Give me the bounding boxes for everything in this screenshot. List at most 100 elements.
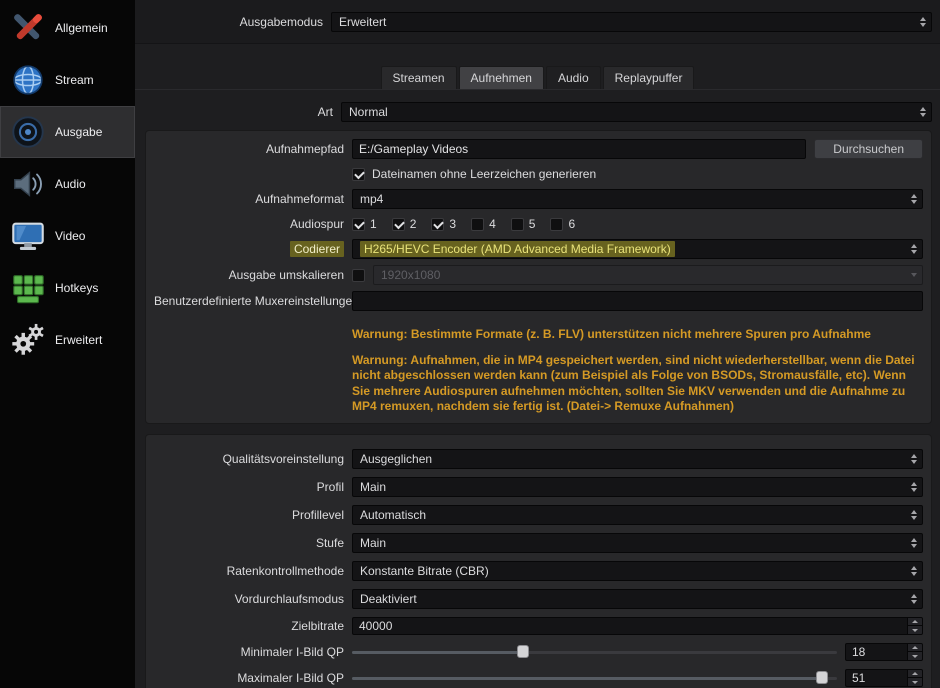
tab-label: Aufnehmen [470,71,532,85]
combo-value: Main [360,535,387,550]
field-label: Qualitätsvoreinstellung [222,451,344,466]
recording-format-label: Aufnahmeformat [255,192,344,206]
encoder-select[interactable]: H265/HEVC Encoder (AMD Advanced Media Fr… [352,239,923,259]
spin-down-button[interactable] [908,677,922,686]
obs-settings-window: Allgemein Stream Ausgabe Audio Video Hot… [0,0,940,688]
field-label: Stufe [315,535,344,550]
track-number: 4 [489,217,496,231]
recording-path-label: Aufnahmepfad [265,142,344,156]
recording-group: Aufnahmepfad E:/Gameplay Videos Durchsuc… [145,130,932,424]
rate-control-row: Ratenkontrollmethode Konstante Bitrate (… [154,560,923,581]
track-2-checkbox[interactable] [391,217,405,231]
sidebar-item-label: Hotkeys [55,281,99,295]
spin-down-button[interactable] [908,625,922,634]
max-i-qp-slider[interactable] [352,669,837,687]
track-1-checkbox[interactable] [352,217,365,231]
output-mode-label: Ausgabemodus [239,14,323,29]
sidebar-item-allgemein[interactable]: Allgemein [0,2,135,54]
combo-value: Deaktiviert [360,591,417,606]
sidebar-item-label: Ausgabe [55,125,103,139]
spin-buttons [907,617,922,634]
sidebar-item-video[interactable]: Video [0,210,135,262]
track-number: 3 [449,217,457,231]
muxer-row: Benutzerdefinierte Muxereinstellungen [154,291,923,311]
field-label: Maximaler I-Bild QP [237,670,344,685]
max-i-qp-input[interactable]: 51 [845,668,923,687]
max-i-qp-row: Maximaler I-Bild QP 51 [154,668,923,687]
muxer-label: Benutzerdefinierte Muxereinstellungen [154,294,359,308]
rate-control-select[interactable]: Konstante Bitrate (CBR) [352,560,923,581]
type-select[interactable]: Normal [341,102,932,122]
sidebar-item-audio[interactable]: Audio [0,158,135,210]
monitor-icon [8,216,48,256]
combo-value: 1920x1080 [381,268,441,282]
combo-value: Main [360,479,387,494]
audio-track-label: Audiospur [289,217,344,231]
output-ring-icon [8,112,48,152]
browse-button[interactable]: Durchsuchen [814,139,923,159]
tab-replaypuffer[interactable]: Replaypuffer [602,66,695,89]
output-mode-row: Ausgabemodus Erweitert [135,0,940,44]
encoder-row: Codierer H265/HEVC Encoder (AMD Advanced… [154,239,923,259]
min-i-qp-slider[interactable] [352,643,837,661]
track-item: 2 [391,217,416,231]
audio-track-checkboxes: 1 2 3 4 5 6 [352,217,575,231]
track-item: 3 [431,217,456,231]
no-spaces-checkbox[interactable] [352,167,365,181]
output-mode-select[interactable]: Erweitert [331,11,932,32]
track-5-checkbox[interactable] [510,217,524,231]
rescale-label: Ausgabe umskalieren [228,268,344,282]
general-tools-icon [8,8,48,48]
slider-handle[interactable] [816,671,829,685]
spin-value: 51 [852,670,866,685]
track-3-checkbox[interactable] [431,217,445,231]
spin-buttons [907,669,922,686]
spin-up-button[interactable] [908,617,922,626]
recording-format-select[interactable]: mp4 [352,189,923,209]
rescale-select: 1920x1080 [373,265,923,285]
recording-path-input[interactable]: E:/Gameplay Videos [352,139,807,159]
chevron-updown-icon [920,107,926,117]
combo-value: Normal [349,105,388,119]
muxer-input[interactable] [352,291,923,311]
profile-select[interactable]: Main [352,476,923,497]
sidebar-item-label: Erweitert [55,333,103,347]
spin-up-button[interactable] [908,643,922,652]
field-label: Vordurchlaufsmodus [234,591,344,606]
spin-buttons [907,643,922,660]
sidebar-item-erweitert[interactable]: Erweitert [0,314,135,366]
output-tabs: Streamen Aufnehmen Audio Replaypuffer [135,56,940,90]
gears-icon [8,320,48,360]
slider-handle[interactable] [517,645,530,659]
profile-level-select[interactable]: Automatisch [352,504,923,525]
track-item: 1 [352,217,377,231]
field-label: Zielbitrate [291,618,344,633]
tab-aufnehmen[interactable]: Aufnehmen [458,66,544,89]
speaker-icon [8,164,48,204]
spin-down-button[interactable] [908,651,922,660]
target-bitrate-input[interactable]: 40000 [352,616,923,635]
tier-select[interactable]: Main [352,532,923,553]
format-warning-text: Warnung: Bestimmte Formate (z. B. FLV) u… [352,327,871,341]
chevron-updown-icon [911,244,917,254]
sidebar-item-hotkeys[interactable]: Hotkeys [0,262,135,314]
track-item: 5 [510,217,535,231]
sidebar-item-stream[interactable]: Stream [0,54,135,106]
chevron-updown-icon [911,194,917,204]
tab-streamen[interactable]: Streamen [380,66,457,89]
rescale-checkbox[interactable] [352,268,365,282]
track-4-checkbox[interactable] [471,217,485,231]
search-highlight: Codierer [289,241,344,257]
recording-path-row: Aufnahmepfad E:/Gameplay Videos Durchsuc… [154,139,923,159]
quality-preset-select[interactable]: Ausgeglichen [352,448,923,469]
spin-up-button[interactable] [908,669,922,678]
min-i-qp-input[interactable]: 18 [845,642,923,661]
track-item: 6 [550,217,575,231]
tab-audio[interactable]: Audio [545,66,601,89]
track-6-checkbox[interactable] [550,217,564,231]
sidebar-item-label: Allgemein [55,21,108,35]
track-item: 4 [471,217,496,231]
prepass-select[interactable]: Deaktiviert [352,588,923,609]
slider-fill [352,650,524,654]
sidebar-item-ausgabe[interactable]: Ausgabe [0,106,135,158]
